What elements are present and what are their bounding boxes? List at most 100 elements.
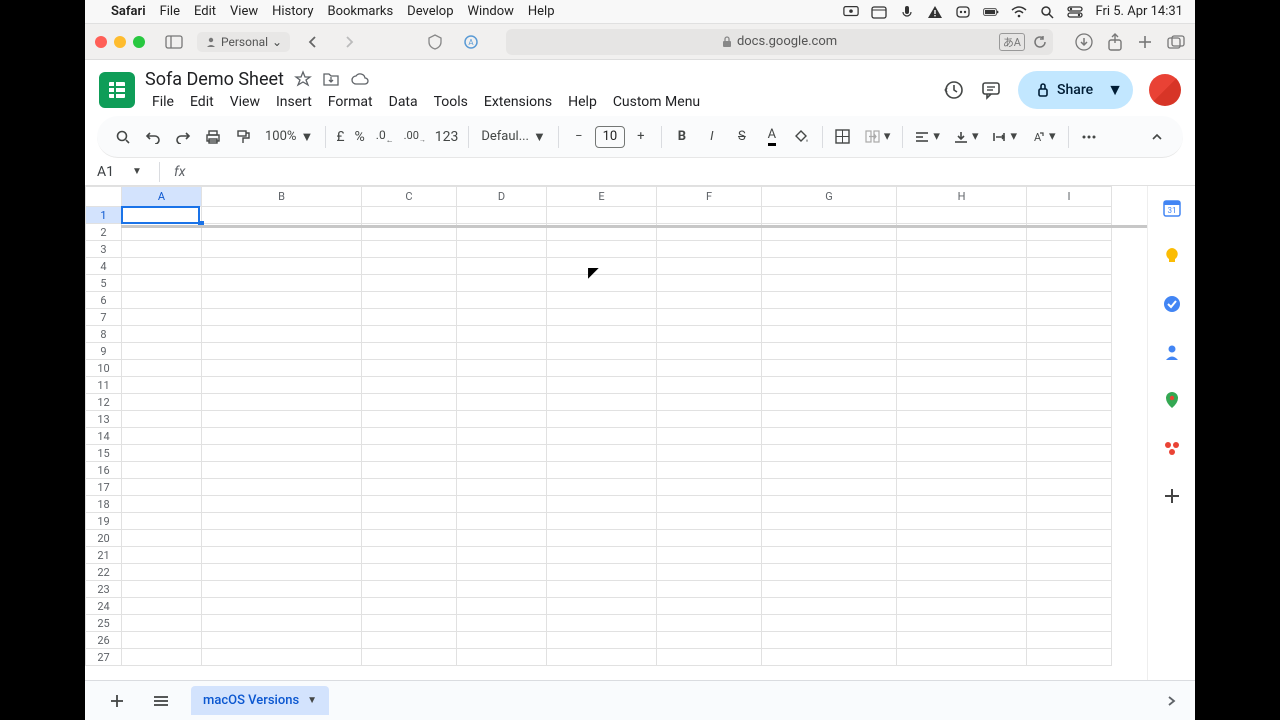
cell-D25[interactable] — [457, 615, 547, 632]
mic-icon[interactable] — [899, 5, 915, 19]
row-header-11[interactable]: 11 — [86, 377, 122, 394]
cell-I16[interactable] — [1027, 462, 1112, 479]
paint-format-icon[interactable] — [229, 123, 257, 151]
warning-icon[interactable] — [927, 5, 943, 19]
cell-A6[interactable] — [122, 292, 202, 309]
cell-C3[interactable] — [362, 241, 457, 258]
cell-A15[interactable] — [122, 445, 202, 462]
cell-E20[interactable] — [547, 530, 657, 547]
translate-icon[interactable]: あA — [999, 33, 1025, 51]
cell-B18[interactable] — [202, 496, 362, 513]
cell-E7[interactable] — [547, 309, 657, 326]
menu-history[interactable]: History — [272, 4, 313, 19]
all-sheets-button[interactable] — [147, 687, 175, 715]
cell-H12[interactable] — [897, 394, 1027, 411]
cell-F27[interactable] — [657, 649, 762, 666]
cell-I4[interactable] — [1027, 258, 1112, 275]
star-icon[interactable] — [294, 70, 312, 88]
cell-I3[interactable] — [1027, 241, 1112, 258]
cell-H22[interactable] — [897, 564, 1027, 581]
cell-E3[interactable] — [547, 241, 657, 258]
cell-E25[interactable] — [547, 615, 657, 632]
font-size-increase[interactable]: + — [627, 123, 655, 151]
cell-F10[interactable] — [657, 360, 762, 377]
cell-F16[interactable] — [657, 462, 762, 479]
cell-G7[interactable] — [762, 309, 897, 326]
cell-D3[interactable] — [457, 241, 547, 258]
cell-I1[interactable] — [1027, 207, 1112, 224]
cell-H7[interactable] — [897, 309, 1027, 326]
cell-H20[interactable] — [897, 530, 1027, 547]
cell-C4[interactable] — [362, 258, 457, 275]
row-header-9[interactable]: 9 — [86, 343, 122, 360]
cell-F18[interactable] — [657, 496, 762, 513]
sheet-tab-active[interactable]: macOS Versions ▼ — [191, 686, 329, 715]
row-header-19[interactable]: 19 — [86, 513, 122, 530]
cell-G1[interactable] — [762, 207, 897, 224]
cell-F26[interactable] — [657, 632, 762, 649]
cell-E14[interactable] — [547, 428, 657, 445]
cell-C15[interactable] — [362, 445, 457, 462]
row-header-20[interactable]: 20 — [86, 530, 122, 547]
cell-H24[interactable] — [897, 598, 1027, 615]
row-header-4[interactable]: 4 — [86, 258, 122, 275]
comments-icon[interactable] — [980, 79, 1002, 101]
cell-G25[interactable] — [762, 615, 897, 632]
col-header-I[interactable]: I — [1027, 187, 1112, 207]
menu-edit[interactable]: Edit — [194, 4, 216, 19]
cell-A8[interactable] — [122, 326, 202, 343]
menubar-clock[interactable]: Fri 5. Apr 14:31 — [1095, 4, 1183, 19]
cell-E8[interactable] — [547, 326, 657, 343]
maps-addon-icon[interactable] — [1162, 390, 1182, 410]
cell-C20[interactable] — [362, 530, 457, 547]
cell-B17[interactable] — [202, 479, 362, 496]
cell-G5[interactable] — [762, 275, 897, 292]
halign-button[interactable]: ▾ — [909, 123, 946, 151]
cell-G23[interactable] — [762, 581, 897, 598]
cell-I24[interactable] — [1027, 598, 1112, 615]
cell-G26[interactable] — [762, 632, 897, 649]
cell-D18[interactable] — [457, 496, 547, 513]
cell-D4[interactable] — [457, 258, 547, 275]
row-header-8[interactable]: 8 — [86, 326, 122, 343]
menu-extensions[interactable]: Extensions — [477, 92, 559, 112]
cell-I21[interactable] — [1027, 547, 1112, 564]
menu-window[interactable]: Window — [468, 4, 514, 19]
cell-G11[interactable] — [762, 377, 897, 394]
cell-H26[interactable] — [897, 632, 1027, 649]
cell-B15[interactable] — [202, 445, 362, 462]
cell-D16[interactable] — [457, 462, 547, 479]
cell-C10[interactable] — [362, 360, 457, 377]
cell-E10[interactable] — [547, 360, 657, 377]
cell-D9[interactable] — [457, 343, 547, 360]
cell-B4[interactable] — [202, 258, 362, 275]
cell-H11[interactable] — [897, 377, 1027, 394]
cell-G14[interactable] — [762, 428, 897, 445]
cell-B12[interactable] — [202, 394, 362, 411]
explore-toggle-icon[interactable] — [1165, 694, 1177, 708]
cell-I22[interactable] — [1027, 564, 1112, 581]
rotate-button[interactable]: A▾ — [1025, 123, 1062, 151]
cell-C5[interactable] — [362, 275, 457, 292]
menu-file[interactable]: File — [145, 92, 181, 112]
cell-B13[interactable] — [202, 411, 362, 428]
nav-back-icon[interactable] — [300, 30, 326, 54]
cell-G24[interactable] — [762, 598, 897, 615]
cell-A11[interactable] — [122, 377, 202, 394]
cell-C24[interactable] — [362, 598, 457, 615]
cell-A10[interactable] — [122, 360, 202, 377]
cell-B21[interactable] — [202, 547, 362, 564]
cell-D6[interactable] — [457, 292, 547, 309]
menu-insert[interactable]: Insert — [269, 92, 319, 112]
cell-I5[interactable] — [1027, 275, 1112, 292]
cell-I19[interactable] — [1027, 513, 1112, 530]
calendar-addon-icon[interactable]: 31 — [1162, 198, 1182, 218]
cell-H13[interactable] — [897, 411, 1027, 428]
addon-icon[interactable] — [1162, 438, 1182, 458]
collapse-toolbar-icon[interactable] — [1143, 123, 1171, 151]
cell-F12[interactable] — [657, 394, 762, 411]
calendar-icon[interactable] — [871, 5, 887, 19]
cell-C16[interactable] — [362, 462, 457, 479]
cell-D22[interactable] — [457, 564, 547, 581]
row-header-17[interactable]: 17 — [86, 479, 122, 496]
